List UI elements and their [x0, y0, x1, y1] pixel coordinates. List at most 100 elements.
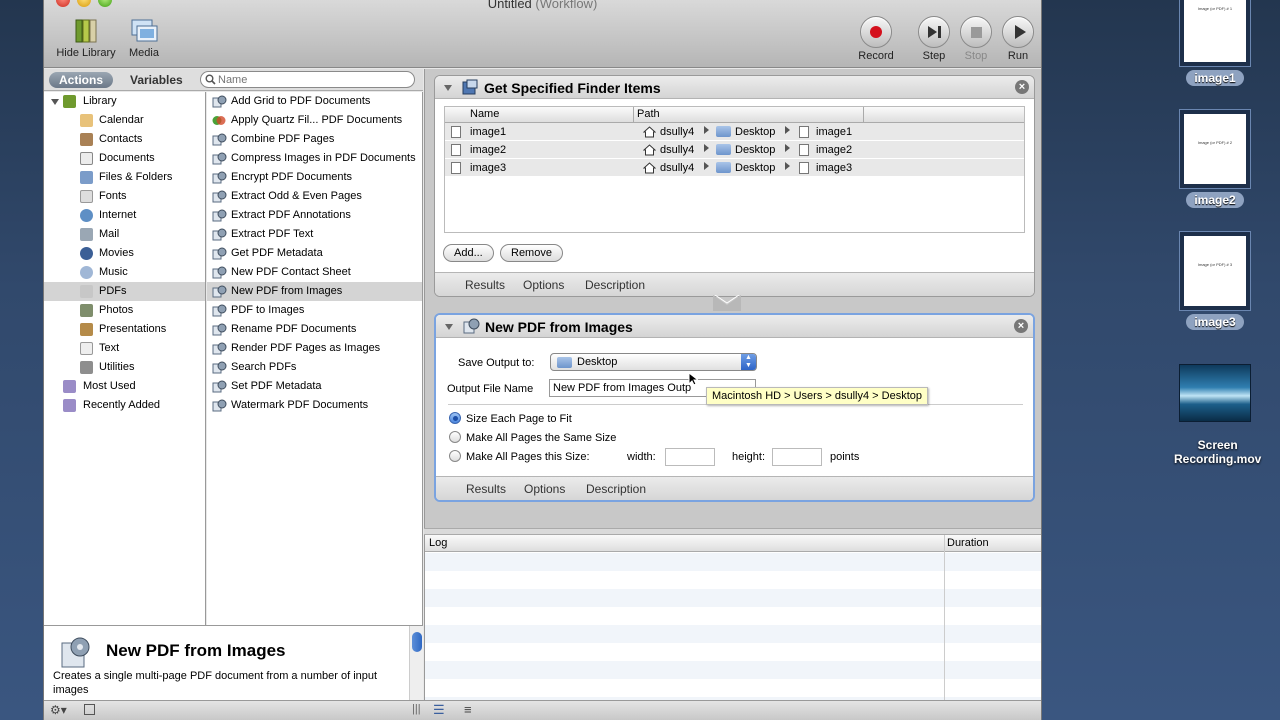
file-name: image1 — [470, 126, 507, 138]
utilities-icon — [80, 361, 93, 374]
radio-this-size[interactable] — [449, 450, 461, 462]
home-icon — [642, 144, 657, 159]
category-music[interactable]: Music — [44, 263, 205, 282]
results-tab[interactable]: Results — [465, 278, 505, 292]
desktop-icon-image1[interactable]: Image (or PDF) # 1 image1 — [1174, 0, 1256, 86]
path-file: image1 — [816, 126, 853, 138]
tab-actions[interactable]: Actions — [49, 72, 114, 88]
category-photos[interactable]: Photos — [44, 301, 205, 320]
category-movies[interactable]: Movies — [44, 244, 205, 263]
table-row[interactable]: image2 dsully4 Desktop image2 — [445, 141, 1024, 159]
radio-size-each-page[interactable] — [449, 412, 461, 424]
desktop-icon-image3[interactable]: Image (or PDF) # 3 image3 — [1174, 232, 1256, 330]
action-list-item[interactable]: Rename PDF Documents — [207, 320, 422, 339]
description-tab[interactable]: Description — [585, 278, 645, 292]
options-tab[interactable]: Options — [523, 278, 564, 292]
action-list-item[interactable]: Render PDF Pages as Images — [207, 339, 422, 358]
category-most-used[interactable]: Most Used — [44, 377, 205, 396]
gear-icon[interactable]: ⚙▾ — [50, 703, 67, 717]
action-list-item[interactable]: New PDF from Images — [207, 282, 422, 301]
action-list-item[interactable]: Add Grid to PDF Documents — [207, 92, 422, 111]
desktop-icon-screen-recording[interactable]: Screen Recording.mov — [1166, 364, 1264, 467]
search-input[interactable] — [200, 71, 415, 88]
media-button[interactable]: Media — [124, 17, 164, 59]
radio-same-size[interactable] — [449, 431, 461, 443]
category-files-folders[interactable]: Files & Folders — [44, 168, 205, 187]
height-field[interactable] — [772, 448, 822, 466]
category-pdfs[interactable]: PDFs — [44, 282, 205, 301]
add-button[interactable]: Add... — [443, 244, 494, 262]
category-utilities[interactable]: Utilities — [44, 358, 205, 377]
category-library[interactable]: Library — [44, 92, 205, 111]
scroll-thumb[interactable] — [412, 632, 422, 652]
column-duration[interactable]: Duration — [947, 537, 989, 549]
category-recently-added[interactable]: Recently Added — [44, 396, 205, 415]
remove-button[interactable]: Remove — [500, 244, 563, 262]
action-list-item[interactable]: New PDF Contact Sheet — [207, 263, 422, 282]
description-toggle-icon[interactable] — [84, 704, 95, 715]
automator-action-icon — [212, 342, 227, 355]
action-list-item[interactable]: Extract PDF Annotations — [207, 206, 422, 225]
desktop-icon-label: image2 — [1186, 192, 1244, 208]
column-log[interactable]: Log — [429, 537, 447, 549]
category-label: Utilities — [99, 361, 135, 373]
action-list-item[interactable]: Set PDF Metadata — [207, 377, 422, 396]
action-list-item[interactable]: Get PDF Metadata — [207, 244, 422, 263]
results-tab[interactable]: Results — [466, 482, 506, 496]
action-list-item[interactable]: Extract Odd & Even Pages — [207, 187, 422, 206]
category-calendar[interactable]: Calendar — [44, 111, 205, 130]
close-action-icon[interactable]: × — [1014, 319, 1028, 333]
action-list-item[interactable]: Watermark PDF Documents — [207, 396, 422, 415]
resize-grip-icon[interactable]: ||| — [412, 703, 421, 715]
action-new-pdf-from-images[interactable]: New PDF from Images × Save Output to: De… — [434, 313, 1035, 502]
file-name: image3 — [470, 162, 507, 174]
options-tab[interactable]: Options — [524, 482, 565, 496]
action-list-item[interactable]: Extract PDF Text — [207, 225, 422, 244]
action-list-item[interactable]: Search PDFs — [207, 358, 422, 377]
table-row[interactable]: image1 dsully4 Desktop image1 — [445, 123, 1024, 141]
log-view-icon[interactable]: ≡ — [464, 702, 472, 717]
description-tab[interactable]: Description — [586, 482, 646, 496]
description-scrollbar[interactable] — [409, 626, 423, 701]
category-documents[interactable]: Documents — [44, 149, 205, 168]
action-list-item[interactable]: Apply Quartz Fil... PDF Documents — [207, 111, 422, 130]
action-list-item[interactable]: Combine PDF Pages — [207, 130, 422, 149]
desktop-icon-image2[interactable]: Image (or PDF) # 2 image2 — [1174, 110, 1256, 208]
action-get-specified-finder-items[interactable]: Get Specified Finder Items × Name Path i… — [434, 75, 1035, 297]
disclosure-triangle-icon[interactable] — [51, 99, 59, 105]
thumbnail-text: Image (or PDF) # 2 — [1197, 140, 1233, 145]
globe-icon — [80, 209, 93, 222]
action-list-item[interactable]: PDF to Images — [207, 301, 422, 320]
run-button[interactable]: Run — [998, 16, 1038, 62]
list-view-icon[interactable]: ☰ — [433, 702, 445, 718]
record-button[interactable]: Record — [856, 16, 896, 62]
stop-button[interactable]: Stop — [956, 16, 996, 62]
category-presentations[interactable]: Presentations — [44, 320, 205, 339]
column-path[interactable]: Path — [637, 108, 660, 120]
smart-folder-icon — [63, 380, 76, 393]
step-button[interactable]: Step — [914, 16, 954, 62]
library-icon — [63, 95, 76, 108]
action-list-item-label: Extract PDF Annotations — [231, 209, 351, 221]
save-output-popup[interactable]: Desktop ▲ ▼ — [550, 353, 757, 371]
tab-variables[interactable]: Variables — [120, 72, 193, 88]
category-internet[interactable]: Internet — [44, 206, 205, 225]
table-row[interactable]: image3 dsully4 Desktop image3 — [445, 159, 1024, 177]
close-action-icon[interactable]: × — [1015, 80, 1029, 94]
category-mail[interactable]: Mail — [44, 225, 205, 244]
category-text[interactable]: Text — [44, 339, 205, 358]
thumbnail-text: Image (or PDF) # 3 — [1197, 262, 1233, 267]
option-same-size-label: Make All Pages the Same Size — [466, 432, 617, 444]
collapse-triangle-icon[interactable] — [445, 324, 453, 330]
action-list-item[interactable]: Compress Images in PDF Documents — [207, 149, 422, 168]
collapse-triangle-icon[interactable] — [444, 85, 452, 91]
action-list-item-label: Apply Quartz Fil... PDF Documents — [231, 114, 403, 126]
width-field[interactable] — [665, 448, 715, 466]
split-view-handle[interactable] — [424, 528, 1041, 535]
category-fonts[interactable]: Fonts — [44, 187, 205, 206]
category-contacts[interactable]: Contacts — [44, 130, 205, 149]
automator-action-icon — [212, 152, 227, 165]
action-list-item[interactable]: Encrypt PDF Documents — [207, 168, 422, 187]
column-name[interactable]: Name — [470, 108, 499, 120]
hide-library-button[interactable]: Hide Library — [52, 17, 120, 59]
